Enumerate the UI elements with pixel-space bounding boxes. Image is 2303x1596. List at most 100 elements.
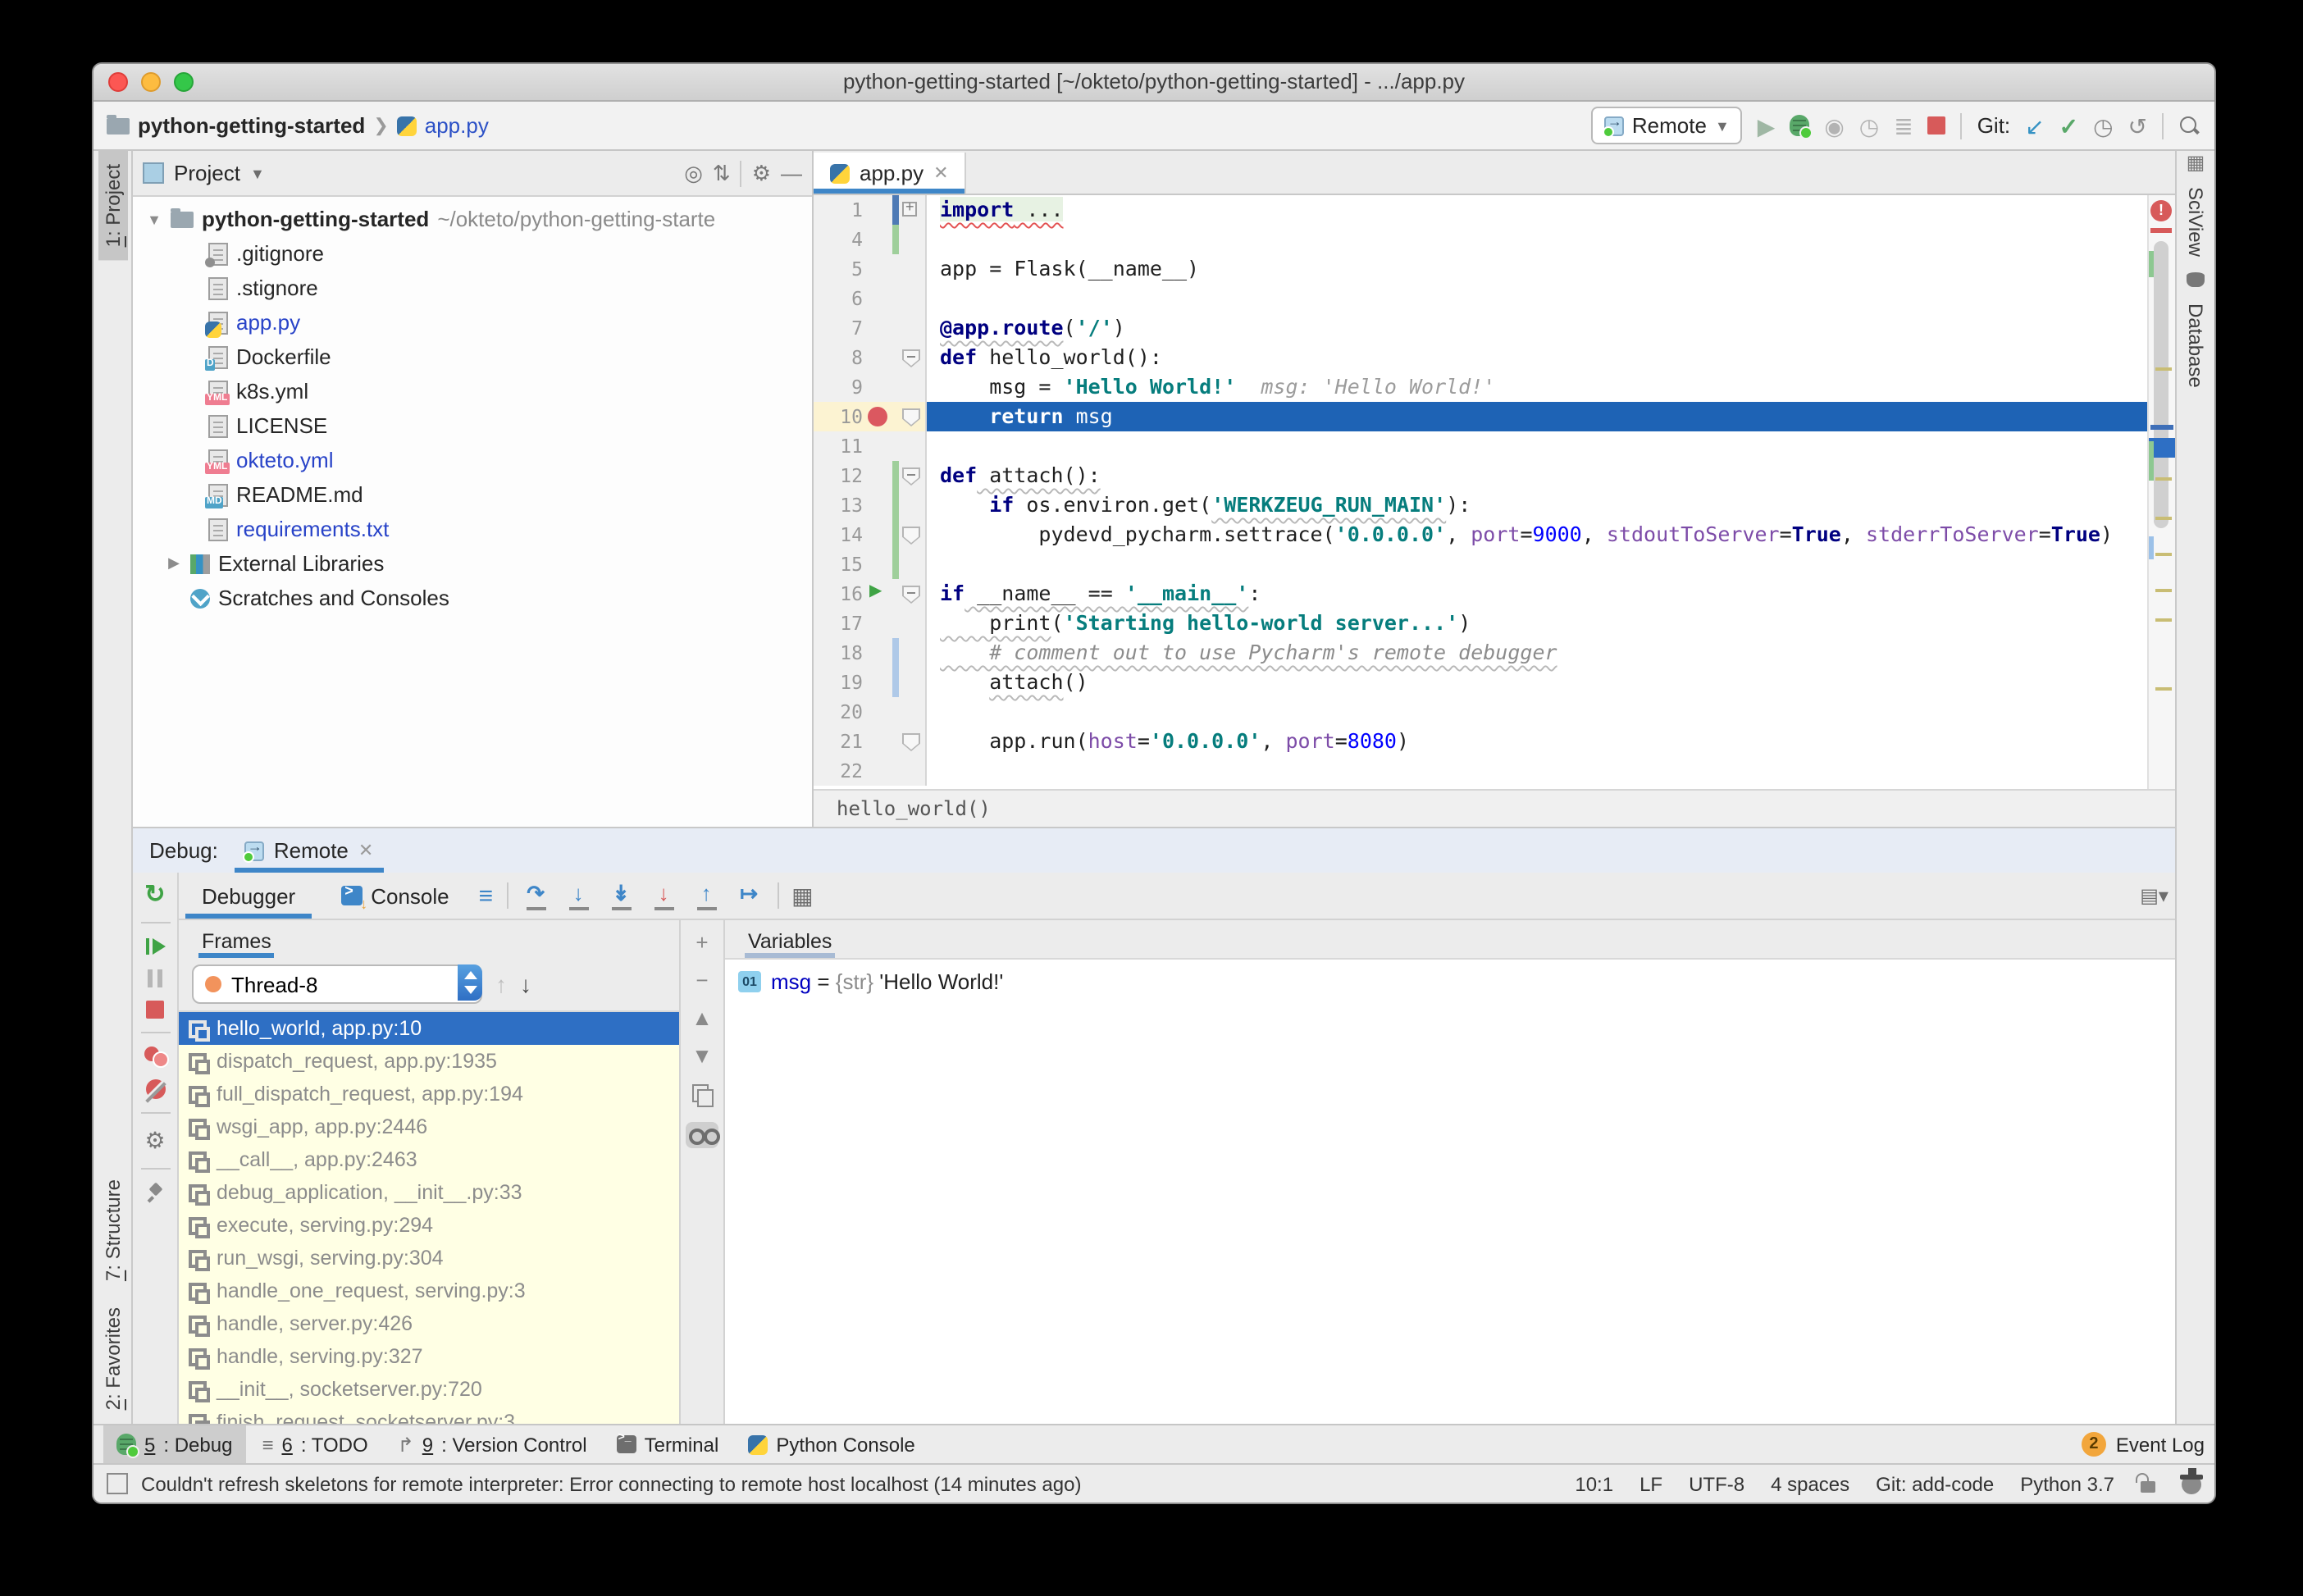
add-watch-icon[interactable]: + xyxy=(695,932,708,953)
resume-icon[interactable] xyxy=(145,937,165,956)
code-line-text[interactable]: return msg xyxy=(927,402,2147,431)
tree-item-requirements-txt[interactable]: requirements.txt xyxy=(133,512,812,546)
code-line[interactable]: 15 xyxy=(814,549,2147,579)
thread-select[interactable]: Thread-8 xyxy=(192,964,482,1004)
tree-root-row[interactable]: ▼ python-getting-started ~/okteto/python-g… xyxy=(133,202,812,236)
duplicate-watch-icon[interactable] xyxy=(692,1084,714,1107)
git-update-icon[interactable]: ↙ xyxy=(2025,109,2044,142)
tree-item--stignore[interactable]: .stignore xyxy=(133,271,812,305)
project-panel-title[interactable]: Project xyxy=(174,161,240,185)
code-line[interactable]: 8 def hello_world(): xyxy=(814,343,2147,372)
variables-pane-header[interactable]: Variables xyxy=(725,920,2175,960)
minimize-window-button[interactable] xyxy=(141,72,161,92)
fold-marker-icon[interactable] xyxy=(902,408,920,426)
gutter-icon-cell[interactable] xyxy=(863,668,892,697)
gutter-icon-cell[interactable] xyxy=(863,609,892,638)
frame-row[interactable]: execute, serving.py:294 xyxy=(179,1209,679,1242)
git-history-icon[interactable]: ◷ xyxy=(2093,109,2113,142)
fold-marker-cell[interactable] xyxy=(899,727,923,756)
remove-watch-icon[interactable]: − xyxy=(695,969,708,991)
debug-settings-gear-icon[interactable]: ⚙ xyxy=(144,1127,165,1155)
tree-item--gitignore[interactable]: .gitignore xyxy=(133,236,812,271)
code-line[interactable]: 6 xyxy=(814,284,2147,313)
fold-marker-cell[interactable] xyxy=(899,402,923,431)
code-line-text[interactable]: attach() xyxy=(927,668,2147,697)
run-button[interactable]: ▶ xyxy=(1758,109,1776,142)
code-line-text[interactable]: # comment out to use Pycharm's remote de… xyxy=(927,638,2147,668)
sidebar-item-database[interactable]: Database xyxy=(2181,291,2210,402)
close-window-button[interactable] xyxy=(108,72,128,92)
expander-icon[interactable]: ▶ xyxy=(166,554,182,572)
gutter-icon-cell[interactable] xyxy=(863,638,892,668)
frame-row[interactable]: handle, serving.py:327 xyxy=(179,1340,679,1373)
code-line[interactable]: 16 ▶ if __name__ == '__main__': xyxy=(814,579,2147,609)
event-log[interactable]: 2 Event Log xyxy=(2081,1432,2205,1457)
frame-row[interactable]: hello_world, app.py:10 xyxy=(179,1012,679,1045)
code-line-text[interactable] xyxy=(927,697,2147,727)
toolwindow-tab-versioncontrol[interactable]: ↱ 9: Version Control xyxy=(385,1425,600,1463)
tree-item-okteto-yml[interactable]: YML okteto.yml xyxy=(133,443,812,477)
code-line-text[interactable] xyxy=(927,284,2147,313)
previous-frame-icon[interactable]: ↑ xyxy=(495,971,507,997)
toolwindow-tab-terminal[interactable]: Terminal xyxy=(604,1425,732,1463)
code-line[interactable]: 9 msg = 'Hello World!' msg: 'Hello World… xyxy=(814,372,2147,402)
code-line[interactable]: 1 import ... xyxy=(814,195,2147,225)
frame-row[interactable]: dispatch_request, app.py:1935 xyxy=(179,1045,679,1078)
sidebar-item-structure[interactable]: 7: Structure xyxy=(98,1167,127,1295)
frame-row[interactable]: finish_request, socketserver.py:3 xyxy=(179,1406,679,1424)
tool-window-switcher-icon[interactable] xyxy=(107,1473,128,1494)
evaluate-expression-icon[interactable]: ▦ xyxy=(791,882,813,910)
run-with-options-icon[interactable]: ≣ xyxy=(1894,109,1913,142)
code-line-text[interactable]: import ... xyxy=(927,195,2147,225)
toolwindow-tab-todo[interactable]: ≡ 6: TODO xyxy=(249,1425,381,1463)
gutter-icon-cell[interactable] xyxy=(863,225,892,254)
gutter-icon-cell[interactable] xyxy=(863,284,892,313)
code-line[interactable]: 4 xyxy=(814,225,2147,254)
code-line[interactable]: 10 return msg xyxy=(814,402,2147,431)
code-line[interactable]: 22 xyxy=(814,756,2147,786)
code-line[interactable]: 14 pydevd_pycharm.settrace('0.0.0.0', po… xyxy=(814,520,2147,549)
fold-marker-cell[interactable] xyxy=(899,225,923,254)
code-line[interactable]: 5 app = Flask(__name__) xyxy=(814,254,2147,284)
status-message[interactable]: Couldn't refresh skeletons for remote in… xyxy=(141,1472,1081,1495)
move-down-icon[interactable]: ▼ xyxy=(691,1045,713,1066)
code-editor[interactable]: 1 import ... 4 5 app = Flask(__name__) 6 7 @app… xyxy=(814,195,2147,789)
gutter-icon-cell[interactable] xyxy=(863,431,892,461)
debug-button[interactable] xyxy=(1790,115,1813,139)
tree-item-readme-md[interactable]: MD README.md xyxy=(133,477,812,512)
frame-row[interactable]: handle_one_request, serving.py:3 xyxy=(179,1275,679,1307)
code-line-text[interactable]: print('Starting hello-world server...') xyxy=(927,609,2147,638)
fold-marker-cell[interactable] xyxy=(899,284,923,313)
code-line-text[interactable]: pydevd_pycharm.settrace('0.0.0.0', port=… xyxy=(927,520,2147,549)
status-item-lf[interactable]: LF xyxy=(1639,1472,1662,1495)
gear-icon[interactable]: ⚙ xyxy=(752,160,771,186)
gutter-icon-cell[interactable] xyxy=(863,343,892,372)
gutter-icon-cell[interactable] xyxy=(863,490,892,520)
frame-row[interactable]: __call__, app.py:2463 xyxy=(179,1143,679,1176)
stop-icon[interactable] xyxy=(146,1001,164,1019)
next-frame-icon[interactable]: ↓ xyxy=(520,971,531,997)
code-line-text[interactable] xyxy=(927,431,2147,461)
git-rollback-icon[interactable]: ↺ xyxy=(2128,109,2147,142)
frames-pane-header[interactable]: Frames xyxy=(179,920,679,958)
tree-item-scratches-and-consoles[interactable]: Scratches and Consoles xyxy=(133,581,812,615)
fold-marker-cell[interactable] xyxy=(899,195,923,225)
breadcrumb-project[interactable]: python-getting-started xyxy=(138,113,365,138)
status-item-10-1[interactable]: 10:1 xyxy=(1575,1472,1613,1495)
frame-row[interactable]: full_dispatch_request, app.py:194 xyxy=(179,1078,679,1110)
fold-marker-icon[interactable] xyxy=(902,586,920,604)
frame-row[interactable]: handle, server.py:426 xyxy=(179,1307,679,1340)
code-line[interactable]: 21 app.run(host='0.0.0.0', port=8080) xyxy=(814,727,2147,756)
gutter-icon-cell[interactable] xyxy=(863,756,892,786)
code-line-text[interactable] xyxy=(927,549,2147,579)
fold-marker-cell[interactable] xyxy=(899,668,923,697)
gutter-icon-cell[interactable] xyxy=(863,402,892,431)
show-watches-glasses-icon[interactable] xyxy=(686,1122,720,1148)
gutter-icon-cell[interactable] xyxy=(863,372,892,402)
code-line[interactable]: 11 xyxy=(814,431,2147,461)
code-line[interactable]: 19 attach() xyxy=(814,668,2147,697)
code-line[interactable]: 12 def attach(): xyxy=(814,461,2147,490)
fold-marker-cell[interactable] xyxy=(899,609,923,638)
code-line-text[interactable]: app.run(host='0.0.0.0', port=8080) xyxy=(927,727,2147,756)
git-commit-icon[interactable]: ✓ xyxy=(2059,109,2078,142)
